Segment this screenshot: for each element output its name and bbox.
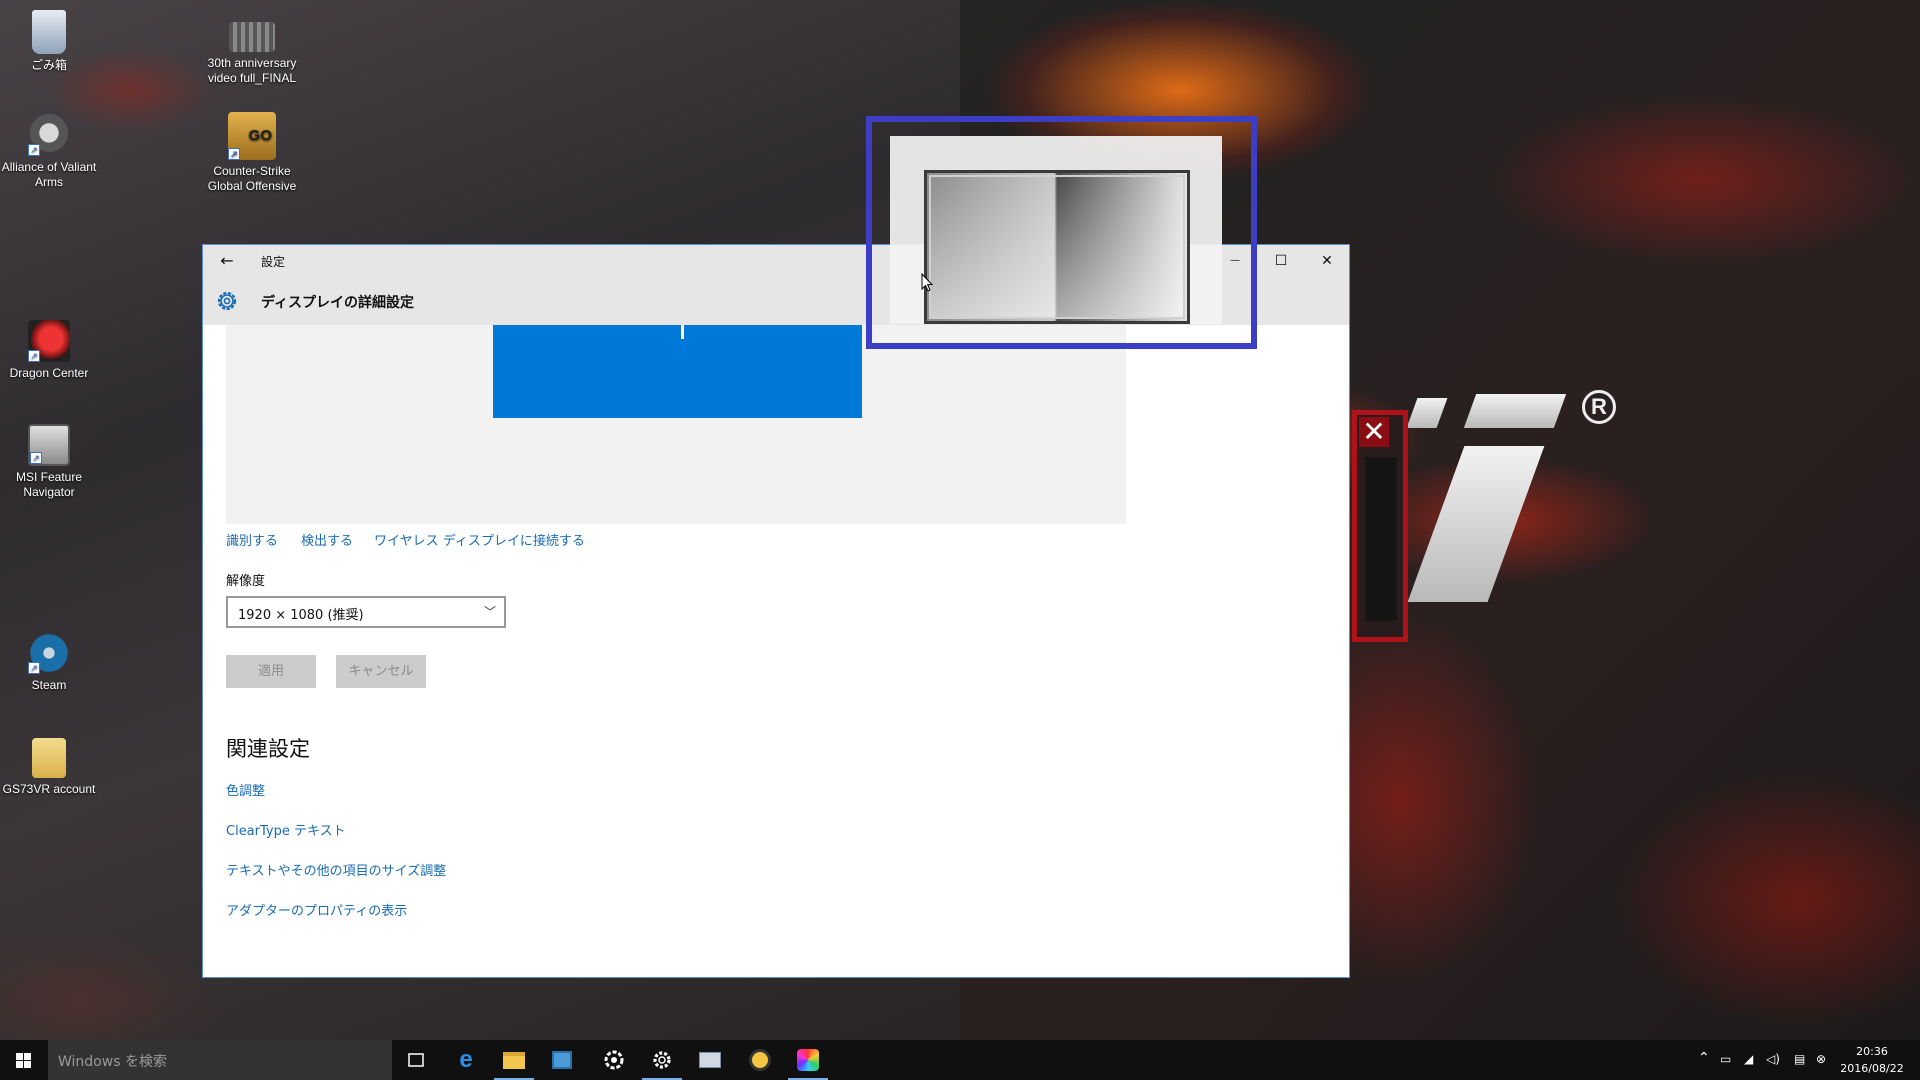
shortcut-arrow-icon: ↗: [30, 452, 42, 464]
desktop-icon-gs73vr[interactable]: GS73VR account: [0, 738, 101, 797]
task-view-button[interactable]: [392, 1040, 440, 1080]
monitor-tile[interactable]: [493, 325, 862, 418]
resolution-value: 1920 × 1080 (推奨): [238, 608, 364, 623]
color-app-button[interactable]: [784, 1040, 832, 1080]
recycle-bin-icon: [32, 10, 66, 54]
go-badge: GO: [248, 127, 272, 144]
store-button[interactable]: [538, 1040, 586, 1080]
settings-window: ← 設定 — ☐ ✕ ディスプレイの詳細設定 識別する 検出する ワイヤレス デ…: [202, 244, 1350, 978]
desktop-icon-recycle-bin[interactable]: ごみ箱: [0, 10, 101, 73]
shortcut-arrow-icon: ↗: [28, 144, 40, 156]
edge-icon: e: [459, 1046, 473, 1073]
cancel-button[interactable]: キャンセル: [336, 655, 426, 688]
desktop-icon-video[interactable]: 30th anniversary video full_FINAL: [200, 22, 304, 86]
csgo-game-icon: GO ↗: [228, 112, 276, 160]
maximize-button[interactable]: ☐: [1258, 245, 1304, 277]
desktop-icon-csgo[interactable]: GO ↗ Counter-Strike Global Offensive: [200, 112, 304, 194]
back-arrow-icon[interactable]: ←: [217, 251, 237, 271]
red-panel-inner: [1365, 457, 1397, 621]
taskbar: Windows を検索 e ⌃ ▭ ◢ ◁) ▤ ⊗ 20:36 2016/08…: [0, 1040, 1920, 1080]
steelseries-button[interactable]: [590, 1040, 638, 1080]
shortcut-arrow-icon: ↗: [28, 662, 40, 674]
wireless-display-link[interactable]: ワイヤレス ディスプレイに接続する: [374, 530, 585, 549]
volume-icon[interactable]: ◁): [1766, 1052, 1780, 1066]
chevron-down-icon: ﹀: [483, 605, 496, 619]
ava-game-icon: ↗: [28, 114, 70, 156]
battery-icon[interactable]: ▭: [1720, 1052, 1731, 1066]
folder-icon: [503, 1051, 525, 1069]
display-arrangement-area: [226, 325, 1126, 524]
desktop-icon-label: Counter-Strike Global Offensive: [207, 164, 297, 193]
close-button[interactable]: ✕: [1304, 245, 1350, 277]
identify-link[interactable]: 識別する: [226, 530, 278, 549]
cleartype-link[interactable]: ClearType テキスト: [226, 820, 346, 839]
desktop-icon-steam[interactable]: ↗ Steam: [0, 632, 101, 693]
shortcut-arrow-icon: ↗: [228, 148, 240, 160]
clock-time: 20:36: [1856, 1045, 1888, 1058]
network-icon[interactable]: ◢: [1744, 1052, 1753, 1066]
mail-icon: [699, 1052, 721, 1068]
settings-button[interactable]: [638, 1040, 686, 1080]
resolution-select[interactable]: 1920 × 1080 (推奨) ﹀: [226, 596, 506, 628]
highlight-frame: [866, 116, 1257, 349]
steam-icon: ↗: [28, 632, 70, 674]
apply-button[interactable]: 適用: [226, 655, 316, 688]
red-close-icon: ✕: [1359, 417, 1389, 447]
desktop-icon-label: Dragon Center: [9, 366, 89, 380]
edge-button[interactable]: e: [442, 1040, 490, 1080]
registered-mark: R: [1582, 390, 1616, 424]
desktop-icon-label: Alliance of Valiant Arms: [1, 160, 97, 189]
windows-logo-icon: [16, 1053, 31, 1068]
msi-logo-stroke: [1463, 394, 1567, 428]
page-title: ディスプレイの詳細設定: [261, 295, 415, 311]
desktop-icon-msi-navigator[interactable]: ↗ MSI Feature Navigator: [0, 424, 101, 500]
folder-icon: [32, 738, 66, 778]
adapter-properties-link[interactable]: アダプターのプロパティの表示: [226, 900, 407, 919]
desktop-icon-ava[interactable]: ↗ Alliance of Valiant Arms: [0, 114, 101, 190]
steelseries-icon: [604, 1050, 624, 1070]
taskbar-clock[interactable]: 20:36 2016/08/22: [1828, 1043, 1916, 1077]
color-calibration-link[interactable]: 色調整: [226, 780, 265, 799]
window-title: 設定: [261, 255, 286, 269]
gear-icon: [217, 291, 237, 311]
store-icon: [552, 1051, 572, 1069]
msi-navigator-icon: ↗: [28, 424, 70, 466]
clock-date: 2016/08/22: [1840, 1062, 1904, 1075]
notifications-icon[interactable]: ▤: [1794, 1052, 1805, 1066]
monitor-marker: [681, 325, 684, 339]
mouse-cursor-icon: [921, 273, 933, 292]
shortcut-arrow-icon: ↗: [28, 350, 40, 362]
media-app-icon: [749, 1049, 771, 1071]
desktop-icon-dragon-center[interactable]: ↗ Dragon Center: [0, 320, 101, 381]
start-button[interactable]: [0, 1040, 48, 1080]
taskbar-search-input[interactable]: Windows を検索: [48, 1040, 392, 1080]
dragon-center-icon: ↗: [28, 320, 70, 362]
detect-link[interactable]: 検出する: [301, 530, 353, 549]
desktop-icon-label: 30th anniversary video full_FINAL: [207, 56, 297, 85]
status-icon[interactable]: ⊗: [1816, 1052, 1826, 1066]
gear-icon: [653, 1051, 671, 1069]
color-app-icon: [797, 1049, 819, 1071]
resolution-label: 解像度: [226, 574, 266, 589]
desktop-icon-label: MSI Feature Navigator: [15, 470, 83, 499]
mail-button[interactable]: [686, 1040, 734, 1080]
desktop-icon-label: Steam: [31, 678, 67, 692]
desktop-icon-label: ごみ箱: [30, 58, 67, 72]
task-view-icon: [408, 1053, 424, 1067]
desktop-icon-label: GS73VR account: [2, 782, 96, 796]
related-settings-title: 関連設定: [226, 737, 310, 761]
file-explorer-button[interactable]: [490, 1040, 538, 1080]
video-file-icon: [229, 22, 275, 52]
show-hidden-icons-button[interactable]: ⌃: [1698, 1050, 1710, 1066]
msi-red-panel: ✕: [1352, 410, 1408, 642]
text-size-link[interactable]: テキストやその他の項目のサイズ調整: [226, 860, 446, 879]
media-app-button[interactable]: [736, 1040, 784, 1080]
